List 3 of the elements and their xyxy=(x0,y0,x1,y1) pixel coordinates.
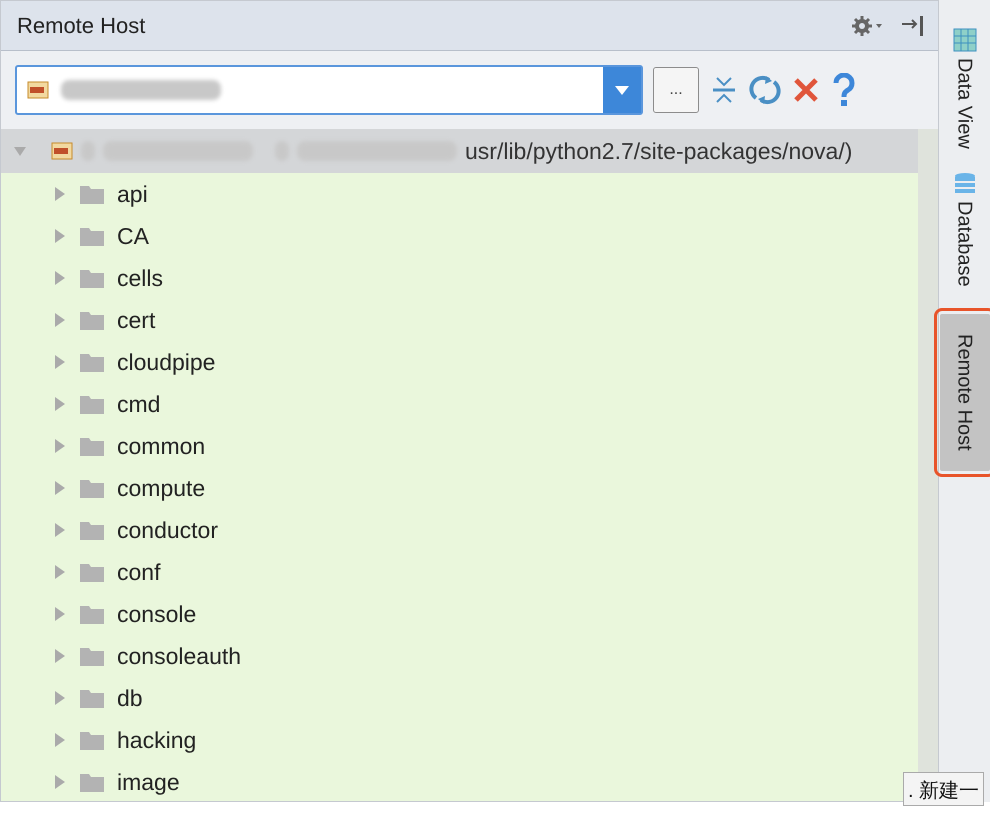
path-label: usr/lib/python2.7/site-packages/nova/) xyxy=(465,136,852,166)
popup-tooltip: . 新建一 xyxy=(903,772,984,806)
panel-title: Remote Host xyxy=(17,12,146,40)
